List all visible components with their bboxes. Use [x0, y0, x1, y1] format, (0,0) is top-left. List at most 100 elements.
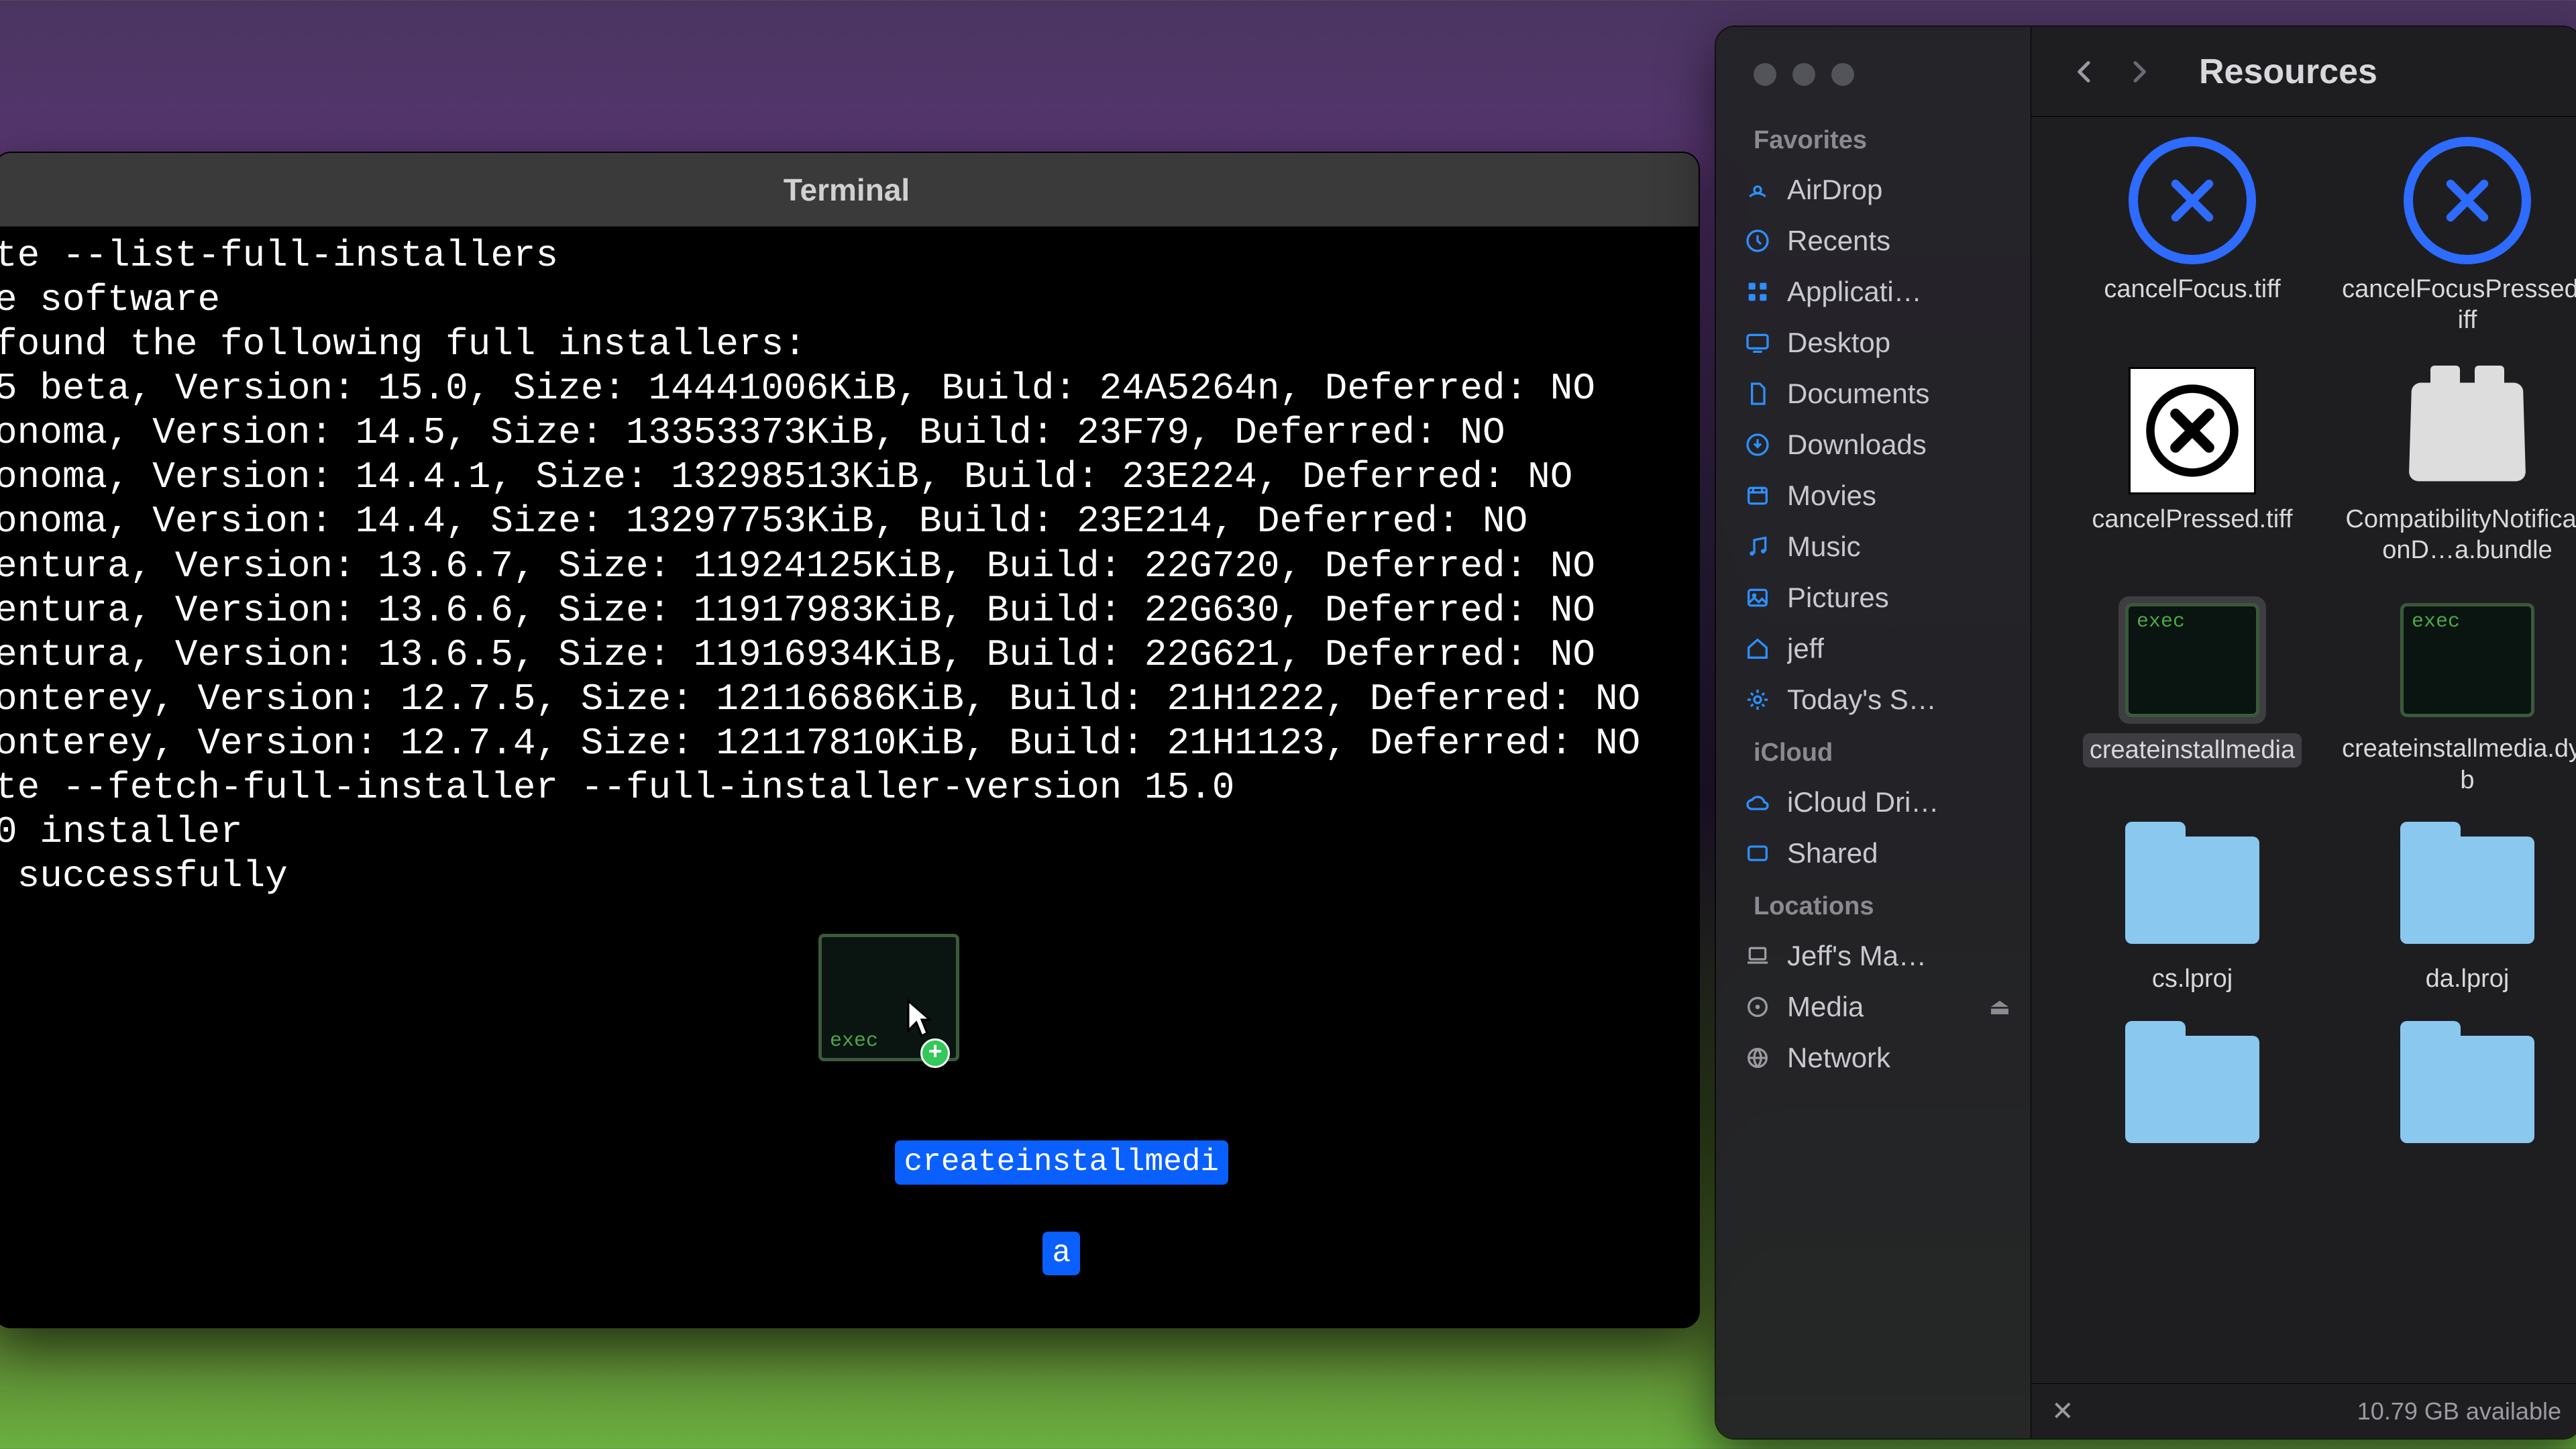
terminal-line: 0 installer — [0, 810, 1699, 854]
sidebar-item[interactable]: Network — [1716, 1032, 2031, 1083]
sidebar-item[interactable]: Applicati… — [1716, 266, 2031, 317]
file-item-label: createinstallmedia — [2083, 733, 2302, 767]
sidebar-item-label: Media — [1787, 991, 1864, 1023]
eject-icon[interactable]: ⏏ — [1989, 994, 2010, 1020]
file-item[interactable]: cancelFocus.tiff — [2058, 130, 2326, 340]
terminal-line: 5 beta, Version: 15.0, Size: 14441006KiB… — [0, 366, 1699, 411]
sidebar-item-label: AirDrop — [1787, 174, 1882, 206]
sidebar-item-label: Network — [1787, 1042, 1890, 1074]
sidebar-item[interactable]: AirDrop — [1716, 164, 2031, 215]
terminal-titlebar[interactable]: Terminal — [0, 153, 1699, 227]
finder-window: Favorites AirDrop Recents Applicati… Deskto… — [1716, 27, 2576, 1438]
terminal-line: te --fetch-full-installer --full-install… — [0, 765, 1699, 810]
exec-icon: exec — [2125, 603, 2259, 717]
finder-main: Resources cancelFocus.tiff cancelFocusPre… — [2031, 27, 2576, 1438]
sidebar-item[interactable]: Pictures — [1716, 572, 2031, 623]
sidebar-section-locations: Locations — [1716, 879, 2031, 930]
path-bar-close-button[interactable]: ✕ — [2051, 1396, 2074, 1427]
finder-title: Resources — [2199, 52, 2377, 92]
desktop-icon — [1743, 328, 1772, 358]
terminal-line: entura, Version: 13.6.7, Size: 11924125K… — [0, 544, 1699, 588]
dragged-file-label: createinstallmedi a — [759, 1093, 1228, 1320]
file-item-label: cancelFocus.tiff — [2104, 274, 2280, 305]
forward-button[interactable] — [2125, 48, 2152, 95]
airdrop-icon — [1743, 175, 1772, 205]
gear-icon — [1743, 685, 1772, 714]
terminal-line: onterey, Version: 12.7.4, Size: 12117810… — [0, 721, 1699, 765]
file-item-label: createinstallmedia.dylib — [2340, 733, 2576, 796]
sidebar-item-label: Recents — [1787, 225, 1890, 257]
file-item[interactable] — [2058, 1019, 2326, 1167]
sidebar-item[interactable]: Recents — [1716, 215, 2031, 266]
sidebar-item-label: Desktop — [1787, 327, 1890, 359]
folder-icon — [2125, 837, 2259, 944]
file-item[interactable]: exec createinstallmedia.dylib — [2333, 590, 2576, 800]
finder-status-bar: ✕ 10.79 GB available — [2031, 1383, 2576, 1438]
sidebar-item-label: Downloads — [1787, 429, 1927, 461]
terminal-line: e software — [0, 278, 1699, 322]
window-controls — [1716, 43, 2031, 113]
terminal-line: onoma, Version: 14.4, Size: 13297753KiB,… — [0, 499, 1699, 543]
file-item[interactable]: exec createinstallmedia — [2058, 590, 2326, 800]
sidebar-item-label: Documents — [1787, 378, 1929, 410]
terminal-line: successfully — [0, 854, 1699, 898]
back-button[interactable] — [2072, 48, 2098, 95]
finder-sidebar: Favorites AirDrop Recents Applicati… Deskto… — [1716, 27, 2031, 1438]
sidebar-item[interactable]: Media ⏏ — [1716, 981, 2031, 1032]
copy-plus-badge-icon: + — [920, 1038, 950, 1068]
sidebar-item-label: Movies — [1787, 480, 1876, 512]
file-item-label: da.lproj — [2426, 963, 2510, 994]
sidebar-item-label: Today's S… — [1787, 684, 1937, 716]
sidebar-item-label: jeff — [1787, 633, 1824, 665]
file-item[interactable]: cancelFocusPressed.tiff — [2333, 130, 2576, 340]
file-item[interactable]: CompatibilityNotificationD…a.bundle — [2333, 360, 2576, 570]
terminal-line: onterey, Version: 12.7.5, Size: 12116686… — [0, 677, 1699, 721]
sidebar-item[interactable]: Downloads — [1716, 419, 2031, 470]
sidebar-item[interactable]: Music — [1716, 521, 2031, 572]
doc-icon — [1743, 379, 1772, 409]
disk-icon — [1743, 992, 1772, 1022]
terminal-output[interactable]: te --list-full-installerse softwarefound… — [0, 227, 1699, 1327]
apps-icon — [1743, 277, 1772, 307]
sidebar-item[interactable]: jeff — [1716, 623, 2031, 674]
minimize-window-button[interactable] — [1792, 63, 1815, 86]
sidebar-section-favorites: Favorites — [1716, 113, 2031, 164]
zoom-window-button[interactable] — [1831, 63, 1854, 86]
terminal-line: entura, Version: 13.6.5, Size: 11916934K… — [0, 633, 1699, 677]
sidebar-item-label: Jeff's Ma… — [1787, 940, 1927, 972]
terminal-window: Terminal te --list-full-installerse soft… — [0, 153, 1699, 1327]
sidebar-item[interactable]: Movies — [1716, 470, 2031, 521]
file-item[interactable] — [2333, 1019, 2576, 1167]
terminal-line: onoma, Version: 14.5, Size: 13353373KiB,… — [0, 411, 1699, 455]
cloud-icon — [1743, 788, 1772, 817]
file-item[interactable]: cs.lproj — [2058, 820, 2326, 998]
sidebar-item-label: Music — [1787, 531, 1861, 563]
finder-toolbar: Resources — [2031, 27, 2576, 117]
sidebar-item[interactable]: Desktop — [1716, 317, 2031, 368]
exec-icon: exec — [2400, 603, 2534, 717]
sidebar-item[interactable]: Documents — [1716, 368, 2031, 419]
folder-icon — [2125, 1036, 2259, 1143]
sidebar-item[interactable]: Shared — [1716, 828, 2031, 879]
music-icon — [1743, 532, 1772, 561]
movies-icon — [1743, 481, 1772, 511]
terminal-line: found the following full installers: — [0, 322, 1699, 366]
sidebar-item-label: Pictures — [1787, 582, 1889, 614]
sidebar-item[interactable]: iCloud Dri… — [1716, 777, 2031, 828]
folder-icon — [2400, 1036, 2534, 1143]
cancel-bw-icon — [2129, 367, 2256, 494]
file-item-label: CompatibilityNotificationD…a.bundle — [2340, 504, 2576, 566]
close-window-button[interactable] — [1754, 63, 1776, 86]
sidebar-section-icloud: iCloud — [1716, 725, 2031, 777]
file-item-label: cs.lproj — [2152, 963, 2233, 994]
file-item[interactable]: cancelPressed.tiff — [2058, 360, 2326, 570]
sidebar-item[interactable]: Today's S… — [1716, 674, 2031, 725]
pictures-icon — [1743, 583, 1772, 612]
sidebar-item[interactable]: Jeff's Ma… — [1716, 930, 2031, 981]
file-item[interactable]: da.lproj — [2333, 820, 2576, 998]
sidebar-item-label: Shared — [1787, 837, 1878, 869]
finder-content[interactable]: cancelFocus.tiffcancelFocusPressed.tiffc… — [2031, 117, 2576, 1383]
terminal-line: te --list-full-installers — [0, 233, 1699, 278]
file-item-label: cancelFocusPressed.tiff — [2340, 274, 2576, 336]
laptop-icon — [1743, 941, 1772, 971]
